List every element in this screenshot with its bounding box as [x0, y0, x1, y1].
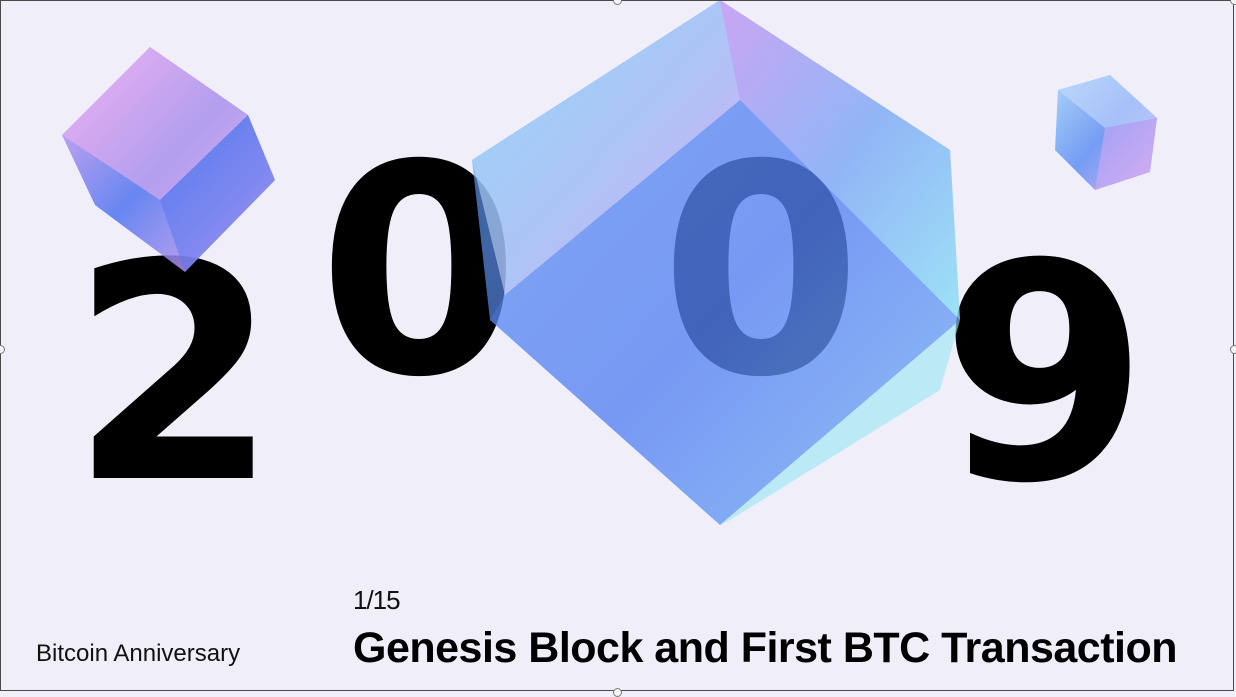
year-digit-4: 9: [940, 200, 1149, 549]
slide-subtitle: Bitcoin Anniversary: [36, 640, 241, 667]
slide-title: Genesis Block and First BTC Transaction: [353, 624, 1178, 672]
small-cube-right-icon: [1055, 75, 1157, 190]
slide-artwork: 2 0 0 9: [62, 0, 1157, 549]
resize-handle-right[interactable]: [1230, 345, 1236, 354]
large-cube-icon: [472, 0, 960, 525]
slide-counter: 1/15: [353, 585, 401, 615]
